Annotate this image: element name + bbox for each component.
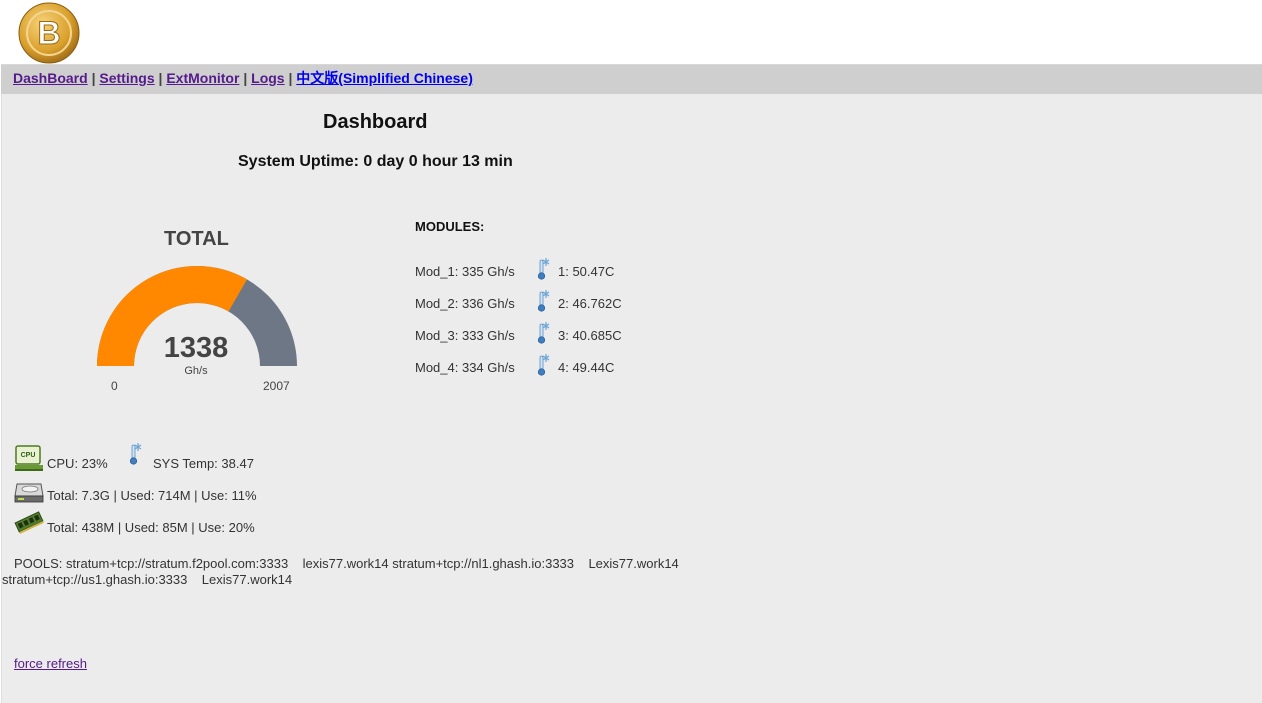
cpu-icon: CPU (15, 445, 43, 471)
module-rate: Mod_2: 336 Gh/s (415, 296, 515, 311)
modules-title: MODULES: (415, 219, 485, 234)
nav-bar: DashBoard | Settings | ExtMonitor | Logs… (1, 64, 1262, 94)
module-temp: 3: 40.685C (558, 328, 622, 343)
nav-logs-link[interactable]: Logs (251, 70, 284, 86)
sys-temp: SYS Temp: 38.47 (153, 456, 254, 471)
page-title: Dashboard (323, 111, 428, 133)
pools-info: POOLS: stratum+tcp://stratum.f2pool.com:… (2, 556, 683, 587)
module-temp: 1: 50.47C (558, 264, 615, 279)
nav-separator: | (158, 70, 163, 86)
thermometer-icon (536, 256, 552, 282)
main-content: Dashboard System Uptime: 0 day 0 hour 13… (1, 94, 1262, 703)
gauge-value: 1338 (163, 332, 229, 364)
module-temp: 4: 49.44C (558, 360, 615, 375)
thermometer-icon (536, 288, 552, 314)
hard-disk-icon (14, 483, 44, 503)
cpu-usage: CPU: 23% (47, 456, 108, 471)
gauge-title: TOTAL (164, 228, 229, 250)
module-temp: 2: 46.762C (558, 296, 622, 311)
thermometer-icon (128, 441, 144, 467)
gauge-unit: Gh/s (184, 365, 208, 377)
nav-chinese-link[interactable]: 中文版(Simplified Chinese) (296, 70, 473, 86)
nav-dashboard-link[interactable]: DashBoard (13, 70, 88, 86)
nav-separator: | (288, 70, 293, 86)
nav-settings-link[interactable]: Settings (99, 70, 154, 86)
nav-separator: | (91, 70, 96, 86)
module-rate: Mod_1: 335 Gh/s (415, 264, 515, 279)
module-rate: Mod_3: 333 Gh/s (415, 328, 515, 343)
memory-usage: Total: 438M | Used: 85M | Use: 20% (47, 520, 255, 535)
memory-icon (14, 511, 44, 534)
thermometer-icon (536, 352, 552, 378)
force-refresh-link[interactable]: force refresh (14, 656, 87, 671)
nav-separator: | (243, 70, 248, 86)
bitcoin-logo-icon: B (18, 2, 80, 64)
gauge-min-label: 0 (111, 379, 118, 393)
module-rate: Mod_4: 334 Gh/s (415, 360, 515, 375)
nav-extmonitor-link[interactable]: ExtMonitor (166, 70, 239, 86)
svg-text:B: B (37, 15, 60, 51)
header: B (0, 0, 1262, 64)
thermometer-icon (536, 320, 552, 346)
disk-usage: Total: 7.3G | Used: 714M | Use: 11% (47, 488, 257, 503)
system-uptime: System Uptime: 0 day 0 hour 13 min (238, 153, 513, 170)
svg-text:CPU: CPU (21, 452, 36, 459)
gauge-max-label: 2007 (263, 379, 290, 393)
